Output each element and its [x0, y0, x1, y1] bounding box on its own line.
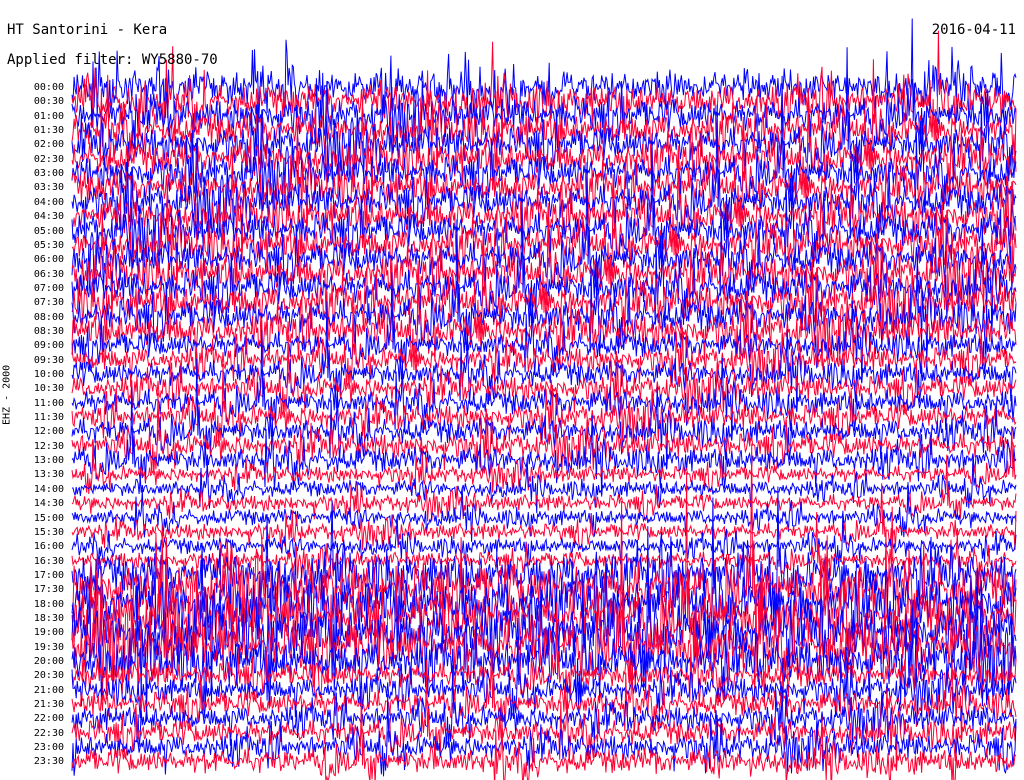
hour-label: 12:00 [33, 426, 64, 438]
hour-label: 08:30 [33, 325, 64, 337]
hour-label: 07:30 [33, 297, 64, 309]
hour-label: 21:30 [33, 699, 64, 711]
hour-label: 00:30 [33, 96, 64, 108]
hour-label: 06:30 [33, 268, 64, 280]
hour-label: 03:00 [33, 168, 64, 180]
hour-label: 21:00 [33, 684, 64, 696]
hour-label: 05:00 [33, 225, 64, 237]
hour-label: 01:30 [33, 125, 64, 137]
hour-label: 15:30 [33, 526, 64, 538]
hour-label: 02:30 [33, 153, 64, 165]
hour-label: 19:30 [33, 641, 64, 653]
hour-label: 17:30 [33, 584, 64, 596]
hour-label: 23:30 [33, 756, 64, 768]
hour-label: 18:00 [33, 598, 64, 610]
hour-label: 05:30 [33, 239, 64, 251]
hour-label: 23:00 [33, 742, 64, 754]
hour-label: 13:30 [33, 469, 64, 481]
hour-label: 14:00 [33, 483, 64, 495]
hour-label: 18:30 [33, 612, 64, 624]
hour-label: 04:00 [33, 196, 64, 208]
hour-label: 00:00 [33, 82, 64, 93]
hour-label: 14:30 [33, 498, 64, 510]
hour-label: 22:00 [33, 713, 64, 725]
hour-label: 16:30 [33, 555, 64, 567]
hour-label: 20:00 [33, 656, 64, 667]
hour-label: 20:30 [33, 670, 64, 682]
hour-label: 06:00 [33, 254, 64, 266]
hour-label: 22:30 [33, 727, 64, 739]
trace-group [71, 18, 1017, 780]
hour-label: 17:00 [33, 569, 64, 581]
hour-label: 09:00 [33, 340, 64, 352]
hour-label: 02:00 [33, 139, 64, 151]
hour-label: 01:00 [33, 110, 64, 122]
hour-label: 15:00 [33, 512, 64, 524]
hour-label: 03:30 [33, 182, 64, 194]
hour-label: 13:00 [33, 455, 64, 467]
hour-label: 08:00 [33, 311, 64, 323]
hour-label: 04:30 [33, 211, 64, 223]
channel-label: EHZ - 2000 [1, 364, 13, 425]
helicorder-plot [71, 18, 1017, 780]
hour-label: 07:00 [33, 282, 64, 294]
hour-label: 12:30 [33, 440, 64, 452]
hour-label: 19:00 [33, 627, 64, 639]
hour-label: 16:00 [33, 541, 64, 553]
